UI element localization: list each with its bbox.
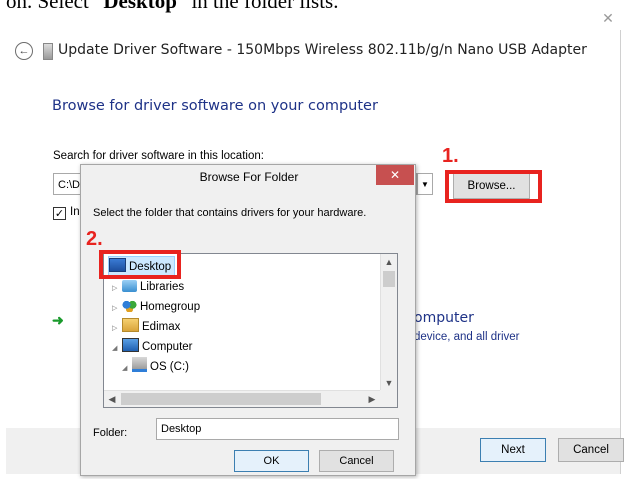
tree-item-edimax[interactable]: ▷ Edimax (112, 317, 180, 337)
collapse-icon[interactable]: ◢ (112, 339, 122, 359)
scroll-right-icon[interactable]: ▶ (364, 391, 380, 407)
tree-item-os-c[interactable]: ◢ OS (C:) (122, 357, 189, 377)
step2-number: 2. (86, 228, 103, 250)
expand-icon[interactable]: ▷ (112, 279, 122, 299)
next-button[interactable]: Next (480, 438, 546, 462)
folder-input[interactable]: Desktop (156, 418, 399, 440)
include-subfolders-checkbox[interactable]: ✓ (53, 207, 66, 220)
page-heading: Browse for driver software on your compu… (52, 98, 378, 114)
green-arrow-icon: ➜ (52, 312, 64, 328)
include-subfolders-label: In (70, 206, 80, 218)
window-close-icon[interactable]: ✕ (598, 10, 618, 26)
ok-button[interactable]: OK (234, 450, 309, 472)
tree-item-label: Homegroup (140, 301, 201, 313)
expand-icon[interactable]: ▷ (112, 299, 122, 319)
dialog-cancel-button[interactable]: Cancel (319, 450, 394, 472)
scroll-left-icon[interactable]: ◀ (104, 391, 120, 407)
wizard-cancel-button[interactable]: Cancel (558, 438, 624, 462)
scroll-thumb[interactable] (383, 271, 395, 287)
search-location-label: Search for driver software in this locat… (53, 150, 264, 162)
wizard-title: Update Driver Software - 150Mbps Wireles… (58, 42, 587, 58)
step1-number: 1. (442, 145, 459, 167)
instruction-text: on. Select “Desktop” in the folder lists… (6, 0, 338, 14)
chevron-down-icon[interactable]: ▼ (417, 173, 433, 195)
dialog-title: Browse For Folder (199, 170, 299, 184)
scroll-down-icon[interactable]: ▼ (381, 375, 397, 391)
usb-device-icon (43, 43, 53, 60)
instruction-bold: Desktop (103, 0, 177, 13)
horizontal-scrollbar[interactable]: ◀ ▶ (104, 390, 380, 407)
libraries-icon (122, 280, 137, 292)
instruction-prefix: on. Select “ (6, 0, 104, 13)
dialog-close-icon[interactable]: ✕ (376, 165, 414, 185)
scroll-thumb[interactable] (121, 393, 321, 405)
back-arrow-icon[interactable]: ← (15, 42, 33, 60)
homegroup-icon (122, 300, 137, 312)
expand-icon[interactable]: ▷ (112, 319, 122, 339)
tree-item-computer[interactable]: ◢ Computer (112, 337, 193, 357)
step1-highlight (445, 170, 542, 203)
tree-item-label: Edimax (142, 321, 181, 333)
tree-item-homegroup[interactable]: ▷ Homegroup (112, 297, 200, 317)
instruction-suffix: ” in the folder lists. (176, 0, 339, 13)
drive-icon (132, 357, 147, 372)
step2-highlight (99, 250, 181, 279)
computer-icon (122, 338, 139, 352)
vertical-scrollbar[interactable]: ▲ ▼ (380, 254, 397, 391)
browse-for-folder-dialog: Browse For Folder ✕ Select the folder th… (80, 164, 416, 476)
scroll-corner (380, 390, 397, 407)
tree-item-label: Computer (142, 341, 193, 353)
folder-label: Folder: (93, 427, 128, 439)
tree-item-label: Libraries (140, 281, 185, 293)
dialog-instruction: Select the folder that contains drivers … (93, 207, 367, 219)
scroll-up-icon[interactable]: ▲ (381, 254, 397, 270)
tree-item-libraries[interactable]: ▷ Libraries (112, 277, 184, 297)
tree-item-label: OS (C:) (150, 361, 189, 373)
pick-from-list-link[interactable]: omputer (414, 310, 474, 326)
pick-from-list-description: device, and all driver (414, 331, 520, 343)
collapse-icon[interactable]: ◢ (122, 359, 132, 379)
user-folder-icon (122, 318, 139, 332)
